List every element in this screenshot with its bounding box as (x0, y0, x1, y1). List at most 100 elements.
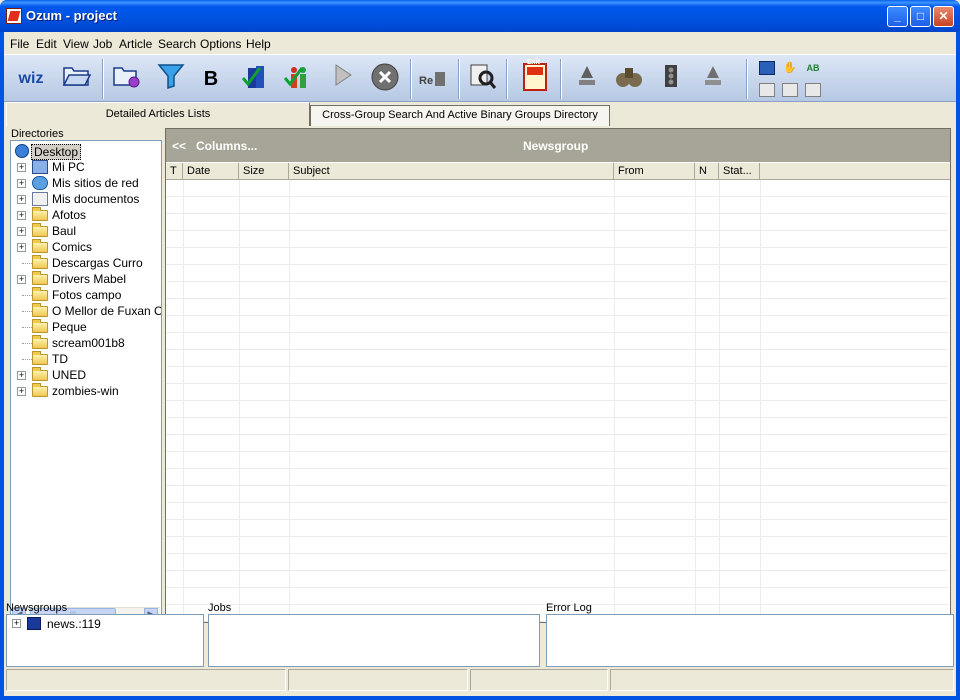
table-row[interactable] (166, 538, 948, 554)
col-n[interactable]: N (695, 163, 719, 180)
tree-item[interactable]: + Mis documentos (11, 191, 161, 207)
table-row[interactable] (166, 181, 948, 197)
collapse-button[interactable]: << (172, 139, 186, 153)
table-row[interactable] (166, 266, 948, 282)
expand-icon[interactable]: + (17, 371, 26, 380)
table-row[interactable] (166, 215, 948, 231)
search-button[interactable] (466, 62, 500, 96)
table-row[interactable] (166, 368, 948, 384)
col-type[interactable]: T (166, 163, 183, 180)
table-row[interactable] (166, 351, 948, 367)
tree-item[interactable]: scream001b8 (11, 335, 161, 351)
menu-article[interactable]: Article (119, 37, 152, 51)
tree-root-desktop[interactable]: Desktop (11, 143, 161, 160)
expand-icon[interactable]: + (12, 619, 21, 628)
expand-icon[interactable]: + (17, 227, 26, 236)
view-users-button[interactable]: ✋ (782, 61, 798, 75)
title-bar[interactable]: Ozum - project _ □ ✕ (0, 0, 960, 32)
filter-button[interactable] (154, 62, 188, 96)
menu-options[interactable]: Options (200, 37, 241, 51)
minimize-button[interactable]: _ (887, 6, 908, 27)
menu-search[interactable]: Search (158, 37, 196, 51)
table-row[interactable] (166, 300, 948, 316)
expand-icon[interactable]: + (17, 211, 26, 220)
expand-icon[interactable]: + (17, 163, 26, 172)
tree-item[interactable]: + UNED (11, 367, 161, 383)
table-row[interactable] (166, 317, 948, 333)
tab-cross-group-search[interactable]: Cross-Group Search And Active Binary Gro… (310, 105, 610, 126)
tree-item[interactable]: + Baul (11, 223, 161, 239)
stop-button[interactable] (368, 62, 402, 96)
tree-item[interactable]: + zombies-win (11, 383, 161, 399)
expand-icon[interactable]: + (17, 243, 26, 252)
maximize-button[interactable]: □ (910, 6, 931, 27)
table-row[interactable] (166, 385, 948, 401)
tree-item[interactable]: TD (11, 351, 161, 367)
view-chart-button[interactable] (759, 61, 775, 75)
menu-help[interactable]: Help (246, 37, 271, 51)
tree-item[interactable]: O Mellor de Fuxan Os (11, 303, 161, 319)
open-folder-button[interactable] (60, 62, 94, 96)
table-row[interactable] (166, 249, 948, 265)
menu-file[interactable]: File (10, 37, 29, 51)
table-row[interactable] (166, 555, 948, 571)
menu-job[interactable]: Job (93, 37, 112, 51)
tree-item[interactable]: + Mis sitios de red (11, 175, 161, 191)
reply-button[interactable]: Re (416, 62, 450, 96)
table-row[interactable] (166, 470, 948, 486)
tree-item[interactable]: Fotos campo (11, 287, 161, 303)
table-row[interactable] (166, 419, 948, 435)
exit-button[interactable]: Exit (518, 59, 552, 96)
download-button[interactable] (570, 62, 604, 96)
expand-icon[interactable]: + (17, 387, 26, 396)
errorlog-pane[interactable] (546, 614, 954, 667)
col-size[interactable]: Size (239, 163, 289, 180)
tab-detailed-articles[interactable]: Detailed Articles Lists (6, 102, 310, 126)
traffic-light-button[interactable] (654, 62, 688, 96)
table-row[interactable] (166, 198, 948, 214)
table-row[interactable] (166, 232, 948, 248)
table-row[interactable] (166, 504, 948, 520)
bold-button[interactable]: B (194, 62, 228, 96)
tree-item[interactable]: + Mi PC (11, 159, 161, 175)
table-row[interactable] (166, 572, 948, 588)
grid-view-button[interactable] (805, 83, 821, 97)
tree-item[interactable]: + Comics (11, 239, 161, 255)
check-books-button[interactable] (238, 62, 272, 96)
newsgroups-pane[interactable]: + news.:119 (6, 614, 204, 667)
col-from[interactable]: From (614, 163, 695, 180)
detail-view-button[interactable] (782, 83, 798, 97)
jobs-pane[interactable] (208, 614, 540, 667)
col-status[interactable]: Stat... (719, 163, 760, 180)
directories-tree[interactable]: Desktop + Mi PC + Mis sitios de red + Mis doc… (10, 140, 162, 622)
upload-button[interactable] (696, 62, 730, 96)
table-row[interactable] (166, 521, 948, 537)
table-row[interactable] (166, 487, 948, 503)
tree-item[interactable]: Descargas Curro (11, 255, 161, 271)
col-subject[interactable]: Subject (289, 163, 614, 180)
tree-item[interactable]: Peque (11, 319, 161, 335)
columns-button[interactable]: Columns... (196, 139, 257, 153)
table-row[interactable] (166, 402, 948, 418)
expand-icon[interactable]: + (17, 179, 26, 188)
view-all-button[interactable]: AB (805, 61, 821, 75)
close-button[interactable]: ✕ (933, 6, 954, 27)
table-row[interactable] (166, 453, 948, 469)
binoculars-button[interactable] (612, 62, 646, 96)
wizard-button[interactable]: wiz (14, 62, 48, 96)
newsgroup-item[interactable]: news.:119 (47, 617, 101, 631)
tree-item[interactable]: + Afotos (11, 207, 161, 223)
play-button[interactable] (326, 62, 360, 96)
check-users-button[interactable] (280, 62, 314, 96)
list-view-button[interactable] (759, 83, 775, 97)
expand-icon[interactable]: + (17, 195, 26, 204)
tree-item[interactable]: + Drivers Mabel (11, 271, 161, 287)
menu-edit[interactable]: Edit (36, 37, 57, 51)
col-date[interactable]: Date (183, 163, 239, 180)
menu-view[interactable]: View (63, 37, 89, 51)
table-row[interactable] (166, 436, 948, 452)
expand-icon[interactable]: + (17, 275, 26, 284)
table-row[interactable] (166, 283, 948, 299)
folder-settings-button[interactable] (110, 62, 144, 96)
table-row[interactable] (166, 334, 948, 350)
